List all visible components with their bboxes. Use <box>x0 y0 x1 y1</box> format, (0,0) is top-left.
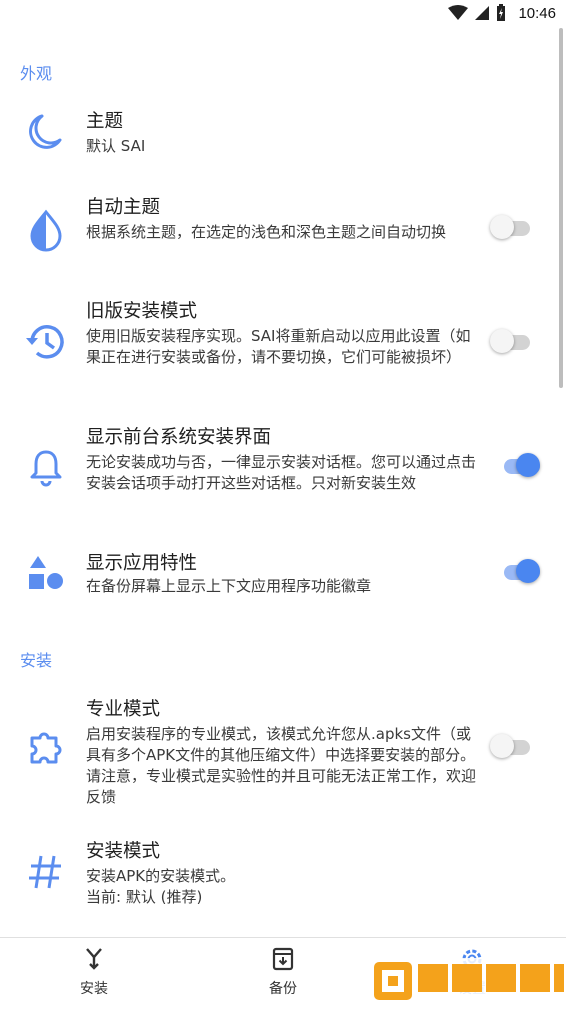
puzzle-icon <box>30 732 62 764</box>
wifi-icon <box>448 5 469 20</box>
pref-summary: 默认 SAI <box>86 137 146 155</box>
nav-backup-label: 备份 <box>269 981 297 997</box>
pref-legacy-install-mode[interactable]: 旧版安装模式 使用旧版安装程序实现。SAI将重新启动以应用此设置（如果正在进行安… <box>0 290 566 400</box>
drop-icon <box>30 209 62 252</box>
cell-signal-icon <box>475 6 490 20</box>
history-icon <box>26 325 64 359</box>
moon-icon <box>29 114 62 149</box>
pref-pro-mode[interactable]: 专业模式 启用安装程序的专业模式，该模式允许您从.apks文件（或具有多个APK… <box>0 688 566 808</box>
watermark <box>370 956 566 1006</box>
hash-icon <box>29 855 61 889</box>
nav-install[interactable]: 安装 <box>54 946 134 998</box>
pref-title: 安装模式 <box>86 841 161 862</box>
auto-theme-toggle[interactable] <box>490 214 536 242</box>
pref-auto-theme[interactable]: 自动主题 根据系统主题，在选定的浅色和深色主题之间自动切换 <box>0 186 566 276</box>
pref-show-app-features[interactable]: 显示应用特性 在备份屏幕上显示上下文应用程序功能徽章 <box>0 542 566 612</box>
pref-summary: 根据系统主题，在选定的浅色和深色主题之间自动切换 <box>86 223 447 241</box>
pref-title: 旧版安装模式 <box>86 301 198 322</box>
pref-install-mode[interactable]: 安装模式 安装APK的安装模式。 当前: 默认 (推荐) <box>0 832 566 922</box>
backup-icon <box>272 947 294 971</box>
pref-summary: 在备份屏幕上显示上下文应用程序功能徽章 <box>86 577 372 595</box>
pref-title: 显示前台系统安装界面 <box>86 427 272 448</box>
status-time: 10:46 <box>518 4 556 22</box>
show-app-features-toggle[interactable] <box>496 558 542 586</box>
nav-backup[interactable]: 备份 <box>243 946 323 998</box>
pref-title: 显示应用特性 <box>86 553 198 574</box>
shapes-icon <box>29 556 63 589</box>
bell-icon <box>30 450 62 487</box>
pref-title: 主题 <box>86 111 124 132</box>
scrollbar[interactable] <box>559 28 563 388</box>
pref-show-system-install-ui[interactable]: 显示前台系统安装界面 无论安装成功与否，一律显示安装对话框。您可以通过点击安装会… <box>0 416 566 526</box>
section-header-install: 安装 <box>20 651 53 670</box>
pref-summary: 安装APK的安装模式。 当前: 默认 (推荐) <box>86 867 236 906</box>
pref-summary: 启用安装程序的专业模式，该模式允许您从.apks文件（或具有多个APK文件的其他… <box>86 725 477 806</box>
pref-summary: 使用旧版安装程序实现。SAI将重新启动以应用此设置（如果正在进行安装或备份，请不… <box>86 327 471 366</box>
show-system-install-ui-toggle[interactable] <box>496 452 542 480</box>
status-bar: 10:46 <box>0 0 566 30</box>
install-icon <box>86 948 102 970</box>
nav-install-label: 安装 <box>80 981 108 997</box>
pro-mode-toggle[interactable] <box>490 733 536 761</box>
section-header-appearance: 外观 <box>20 64 53 83</box>
pref-title: 自动主题 <box>86 197 161 218</box>
pref-theme[interactable]: 主题 默认 SAI <box>0 100 566 180</box>
battery-icon <box>497 4 506 21</box>
pref-title: 专业模式 <box>86 699 161 720</box>
pref-summary: 无论安装成功与否，一律显示安装对话框。您可以通过点击安装会话项手动打开这些对话框… <box>86 453 477 492</box>
legacy-install-mode-toggle[interactable] <box>490 328 536 356</box>
